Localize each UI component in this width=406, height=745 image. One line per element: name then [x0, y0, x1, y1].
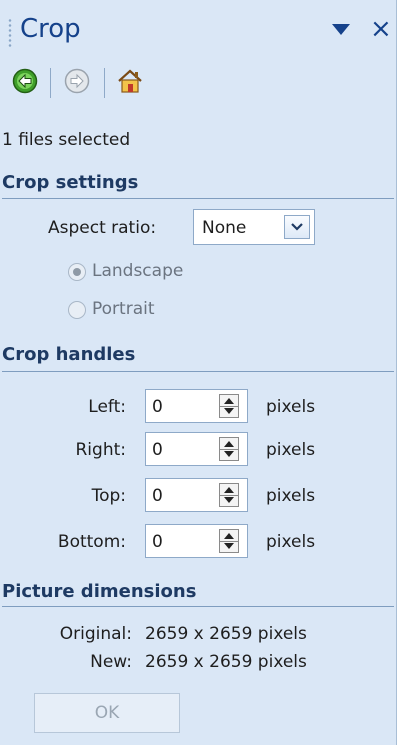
new-dimensions: 2659 x 2659 pixels [145, 652, 307, 672]
home-icon [118, 69, 142, 93]
section-divider [2, 371, 394, 372]
bottom-label: Bottom: [57, 532, 126, 552]
landscape-label: Landscape [92, 261, 184, 281]
top-spinner[interactable]: 0 [145, 478, 248, 512]
aspect-ratio-label: Aspect ratio: [48, 218, 157, 238]
left-spinner[interactable]: 0 [145, 389, 248, 423]
crop-task-pane: Crop × 1 files selected Crop settings As… [0, 0, 397, 745]
spin-up-icon[interactable] [224, 398, 234, 404]
left-value: 0 [152, 397, 163, 417]
spin-up-icon[interactable] [224, 487, 234, 493]
close-icon[interactable]: × [370, 14, 392, 44]
original-label: Original: [59, 624, 132, 644]
spin-down-icon[interactable] [224, 408, 234, 414]
portrait-radio[interactable] [68, 301, 86, 319]
toolbar-separator [104, 68, 105, 98]
left-label: Left: [88, 397, 126, 417]
ok-button[interactable]: OK [34, 693, 180, 733]
spin-arrows[interactable] [219, 437, 239, 461]
portrait-label: Portrait [92, 299, 155, 319]
pane-menu-dropdown-icon[interactable] [332, 24, 350, 35]
home-button[interactable] [113, 64, 147, 98]
chevron-down-icon [291, 223, 303, 231]
spin-down-icon[interactable] [224, 543, 234, 549]
spin-up-icon[interactable] [224, 441, 234, 447]
top-unit: pixels [266, 486, 316, 506]
files-selected-status: 1 files selected [2, 130, 131, 150]
spin-down-icon[interactable] [224, 451, 234, 457]
back-arrow-icon [12, 68, 38, 94]
picture-dimensions-heading: Picture dimensions [2, 581, 197, 602]
top-label: Top: [91, 486, 126, 506]
pane-title-bar: Crop × [0, 0, 396, 58]
pane-title: Crop [20, 14, 81, 44]
bottom-spinner[interactable]: 0 [145, 524, 248, 558]
back-button[interactable] [8, 64, 42, 98]
left-unit: pixels [266, 397, 316, 417]
section-divider [2, 198, 394, 199]
spin-arrows[interactable] [219, 483, 239, 507]
navigation-toolbar [0, 58, 396, 108]
original-dimensions: 2659 x 2659 pixels [145, 624, 307, 644]
forward-button[interactable] [60, 64, 94, 98]
toolbar-separator [50, 68, 51, 98]
spin-up-icon[interactable] [224, 533, 234, 539]
spin-arrows[interactable] [219, 529, 239, 553]
dropdown-button[interactable] [284, 215, 310, 239]
aspect-ratio-value: None [202, 218, 247, 238]
landscape-radio[interactable] [68, 263, 86, 281]
right-spinner[interactable]: 0 [145, 432, 248, 466]
right-label: Right: [75, 440, 127, 460]
new-label: New: [90, 652, 132, 672]
top-value: 0 [152, 486, 163, 506]
spin-arrows[interactable] [219, 394, 239, 418]
crop-settings-heading: Crop settings [2, 172, 139, 193]
bottom-unit: pixels [266, 532, 316, 552]
right-value: 0 [152, 440, 163, 460]
spin-down-icon[interactable] [224, 497, 234, 503]
crop-handles-heading: Crop handles [2, 344, 136, 365]
section-divider [2, 606, 394, 607]
aspect-ratio-select[interactable]: None [193, 209, 315, 245]
forward-arrow-icon [64, 68, 90, 94]
drag-grip-icon[interactable] [8, 18, 12, 48]
right-unit: pixels [266, 440, 316, 460]
bottom-value: 0 [152, 532, 163, 552]
radio-selected-dot [73, 268, 81, 276]
